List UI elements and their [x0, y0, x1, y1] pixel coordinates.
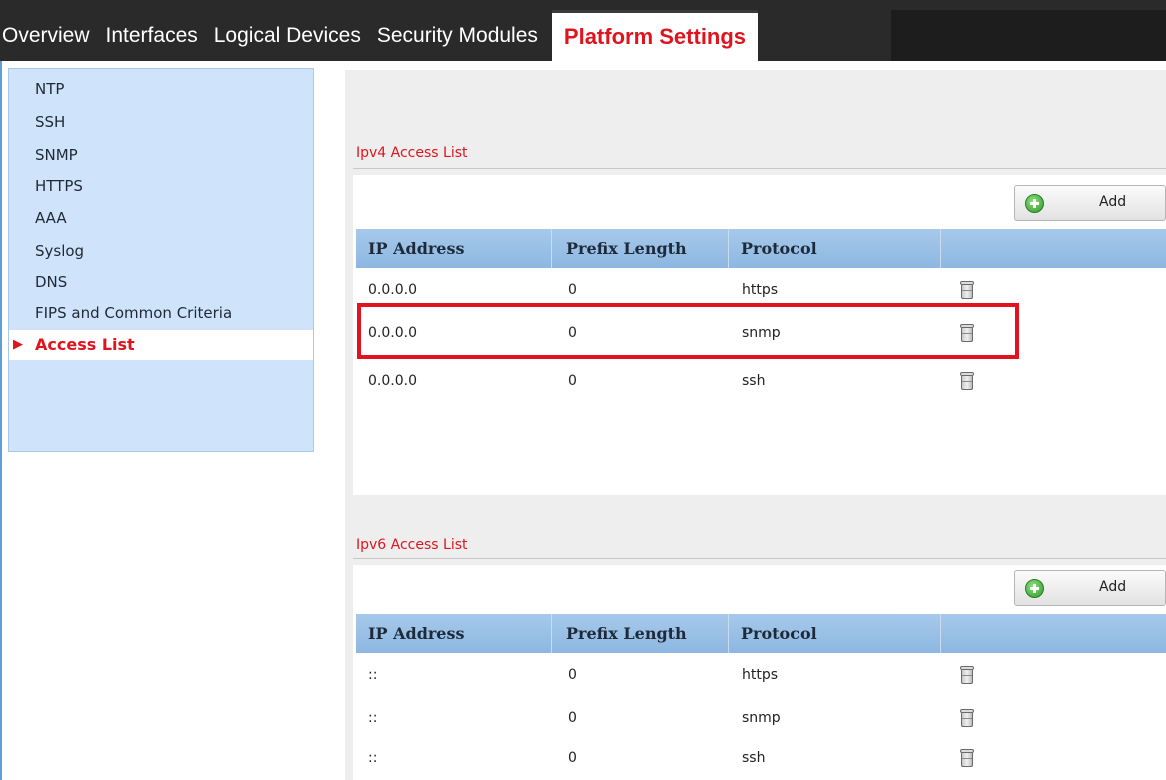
column-divider [728, 614, 729, 653]
sidebar-item-snmp[interactable]: SNMP [35, 146, 78, 164]
ip-address-cell: :: [368, 667, 378, 683]
ipv6-section-divider [353, 558, 1166, 559]
sidebar-item-access-list[interactable]: ▶ Access List [9, 330, 313, 360]
ipv4-table-header: IP Address Prefix Length Protocol [356, 229, 1166, 268]
column-header-ip-address[interactable]: IP Address [368, 229, 465, 268]
ipv6-add-label: Add [1099, 579, 1127, 595]
ip-address-cell: :: [368, 710, 378, 726]
trash-icon[interactable] [960, 749, 974, 767]
ip-address-cell: :: [368, 750, 378, 766]
prefix-length-cell: 0 [568, 710, 577, 726]
column-header-prefix-length[interactable]: Prefix Length [566, 229, 687, 268]
prefix-length-cell: 0 [568, 373, 577, 389]
sidebar-item-syslog[interactable]: Syslog [35, 242, 84, 260]
ipv4-section-title: Ipv4 Access List [356, 145, 468, 161]
tab-overview[interactable]: Overview [0, 10, 98, 61]
main-tabs: Overview Interfaces Logical Devices Secu… [0, 10, 759, 61]
tab-bar-filler [891, 10, 1166, 61]
prefix-length-cell: 0 [568, 750, 577, 766]
tab-interfaces[interactable]: Interfaces [98, 10, 206, 61]
protocol-cell: snmp [742, 710, 781, 726]
ip-address-cell: 0.0.0.0 [368, 373, 417, 389]
column-header-protocol[interactable]: Protocol [741, 229, 817, 268]
sidebar-item-https[interactable]: HTTPS [35, 177, 83, 195]
sidebar-item-label: Access List [35, 335, 135, 354]
table-row: 0.0.0.0 0 ssh [356, 359, 1166, 403]
column-divider [551, 614, 552, 653]
sidebar-item-ssh[interactable]: SSH [35, 113, 65, 131]
top-navigation-bar: Overview Interfaces Logical Devices Secu… [0, 0, 1166, 61]
ipv4-add-button[interactable]: Add [1014, 185, 1166, 221]
sidebar-item-ntp[interactable]: NTP [35, 80, 64, 98]
tab-logical-devices[interactable]: Logical Devices [206, 10, 369, 61]
column-header-protocol[interactable]: Protocol [741, 614, 817, 653]
table-row: :: 0 ssh [356, 736, 1166, 780]
ipv4-add-label: Add [1099, 194, 1127, 210]
platform-settings-sidebar: NTP SSH SNMP HTTPS AAA Syslog DNS FIPS a… [8, 68, 314, 452]
highlighted-row-annotation [357, 303, 1019, 359]
ipv6-table-header: IP Address Prefix Length Protocol [356, 614, 1166, 653]
ipv6-add-button[interactable]: Add [1014, 570, 1166, 606]
tab-platform-settings[interactable]: Platform Settings [551, 10, 759, 61]
sidebar-item-fips-common-criteria[interactable]: FIPS and Common Criteria [35, 304, 232, 322]
plus-circle-icon [1025, 194, 1044, 213]
sidebar-item-dns[interactable]: DNS [35, 273, 67, 291]
protocol-cell: ssh [742, 750, 766, 766]
prefix-length-cell: 0 [568, 667, 577, 683]
column-divider [728, 229, 729, 268]
tab-security-modules[interactable]: Security Modules [369, 10, 546, 61]
plus-circle-icon [1025, 579, 1044, 598]
trash-icon[interactable] [960, 666, 974, 684]
column-header-prefix-length[interactable]: Prefix Length [566, 614, 687, 653]
column-divider [940, 614, 941, 653]
column-header-ip-address[interactable]: IP Address [368, 614, 465, 653]
sidebar-item-aaa[interactable]: AAA [35, 209, 67, 227]
ipv6-section-title: Ipv6 Access List [356, 537, 468, 553]
caret-right-icon: ▶ [13, 337, 23, 352]
ipv4-section-divider [353, 168, 1166, 169]
trash-icon[interactable] [960, 709, 974, 727]
trash-icon[interactable] [960, 372, 974, 390]
protocol-cell: ssh [742, 373, 766, 389]
column-divider [551, 229, 552, 268]
trash-icon[interactable] [960, 281, 974, 299]
column-divider [940, 229, 941, 268]
protocol-cell: https [742, 667, 779, 683]
table-row: :: 0 https [356, 653, 1166, 697]
table-row: :: 0 snmp [356, 696, 1166, 740]
